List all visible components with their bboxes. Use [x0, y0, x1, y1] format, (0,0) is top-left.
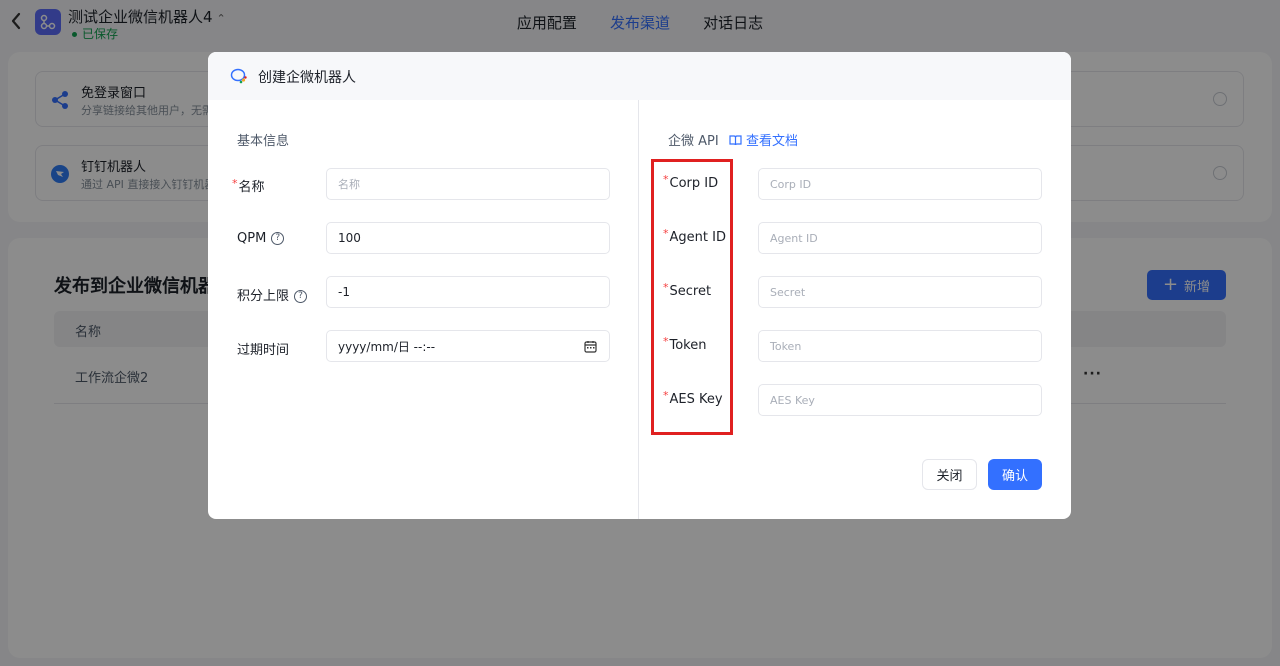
qpm-label: QPM?	[237, 231, 285, 246]
points-limit-input[interactable]: -1	[326, 276, 610, 308]
wecom-api-title: 企微 API 查看文档	[668, 130, 798, 149]
corp-id-input[interactable]: Corp ID	[758, 168, 1042, 200]
close-button[interactable]: 关闭	[922, 459, 977, 490]
column-divider	[638, 100, 639, 519]
aes-key-input[interactable]: AES Key	[758, 384, 1042, 416]
secret-input[interactable]: Secret	[758, 276, 1042, 308]
expire-time-label: 过期时间	[237, 343, 290, 358]
qpm-label-text: QPM	[237, 231, 267, 246]
required-mark: *	[232, 177, 238, 190]
token-input[interactable]: Token	[758, 330, 1042, 362]
dialog-header: 创建企微机器人	[208, 52, 1071, 100]
points-limit-label-text: 积分上限	[237, 289, 290, 304]
highlight-box	[651, 159, 733, 435]
calendar-icon[interactable]	[584, 340, 597, 353]
name-input[interactable]: 名称	[326, 168, 610, 200]
qpm-input[interactable]: 100	[326, 222, 610, 254]
create-wecom-robot-dialog: 创建企微机器人 基本信息 *名称 名称 QPM? 100 积分上限? -1 过期…	[208, 52, 1071, 519]
name-label-text: 名称	[238, 180, 265, 195]
wecom-icon	[230, 67, 248, 85]
view-docs-text: 查看文档	[745, 134, 798, 149]
name-label: *名称	[232, 176, 265, 195]
basic-info-title: 基本信息	[237, 134, 290, 149]
wecom-api-title-text: 企微 API	[668, 134, 719, 149]
help-icon[interactable]: ?	[271, 232, 285, 245]
points-limit-label: 积分上限?	[237, 285, 308, 304]
expire-time-input[interactable]: yyyy/mm/日 --:--	[326, 330, 610, 362]
view-docs-link[interactable]: 查看文档	[729, 134, 798, 149]
agent-id-input[interactable]: Agent ID	[758, 222, 1042, 254]
confirm-button[interactable]: 确认	[988, 459, 1042, 490]
book-icon	[729, 135, 742, 146]
dialog-title: 创建企微机器人	[258, 70, 356, 86]
help-icon[interactable]: ?	[294, 290, 308, 303]
expire-time-value: yyyy/mm/日 --:--	[338, 339, 436, 354]
